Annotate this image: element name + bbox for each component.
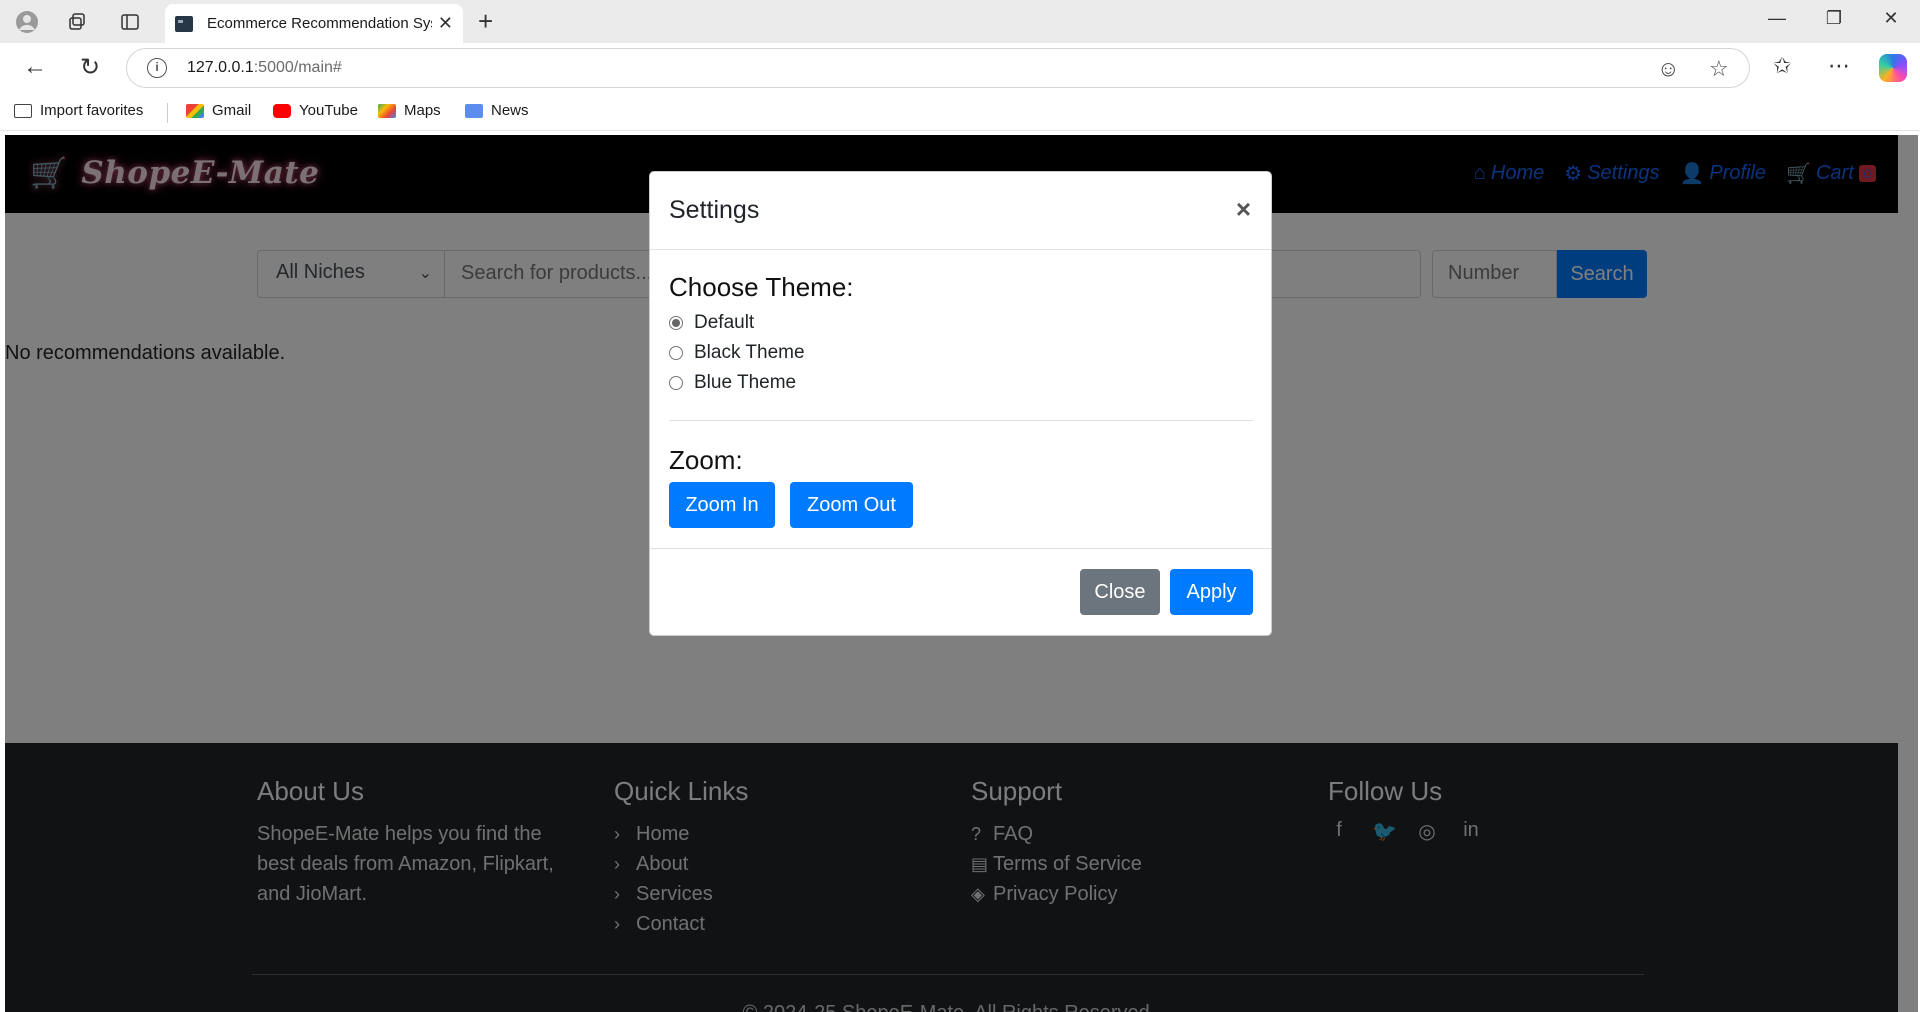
favorite-star-icon[interactable]: ☆: [1709, 56, 1729, 82]
news-icon: [465, 103, 483, 118]
zoom-in-button[interactable]: Zoom In: [669, 482, 775, 528]
restore-icon[interactable]: ❐: [1814, 8, 1854, 29]
close-window-icon[interactable]: ✕: [1871, 8, 1911, 29]
refresh-icon[interactable]: ↻: [73, 53, 107, 82]
radio-button-selected[interactable]: [669, 316, 683, 330]
modal-header: Settings ×: [650, 172, 1271, 250]
modal-title: Settings: [669, 196, 760, 224]
gmail-icon: [186, 103, 204, 118]
copilot-icon[interactable]: [1879, 54, 1907, 82]
new-tab-icon[interactable]: +: [478, 6, 493, 37]
youtube-icon: [273, 103, 291, 118]
minimize-icon[interactable]: —: [1757, 8, 1797, 29]
theme-heading: Choose Theme:: [669, 272, 854, 302]
url-text: 127.0.0.1:5000/main#: [187, 59, 342, 76]
close-icon[interactable]: ×: [1236, 194, 1251, 225]
reading-mode-icon[interactable]: ☺: [1657, 56, 1679, 82]
bookmark-separator: [167, 103, 168, 123]
radio-button[interactable]: [669, 376, 683, 390]
apply-button[interactable]: Apply: [1170, 569, 1253, 615]
address-bar-row: ← ↻ i 127.0.0.1:5000/main# ☺ ☆ ✩ ⋯: [0, 43, 1920, 93]
tab-actions-icon[interactable]: [115, 7, 145, 37]
profile-icon[interactable]: [12, 7, 42, 37]
workspaces-icon[interactable]: [62, 7, 92, 37]
site-info-icon[interactable]: i: [147, 58, 167, 78]
maps-icon: [378, 103, 396, 118]
terminal-favicon-icon: [175, 15, 193, 32]
bookmark-gmail[interactable]: Gmail: [186, 102, 251, 119]
close-button[interactable]: Close: [1080, 569, 1160, 615]
zoom-heading: Zoom:: [669, 445, 743, 475]
radio-button[interactable]: [669, 346, 683, 360]
browser-tab[interactable]: Ecommerce Recommendation Sys ✕: [165, 4, 463, 43]
modal-divider: [669, 420, 1253, 421]
bookmark-import-favorites[interactable]: Import favorites: [14, 102, 143, 119]
more-menu-icon[interactable]: ⋯: [1828, 53, 1850, 79]
modal-footer-divider: [650, 548, 1271, 549]
close-tab-icon[interactable]: ✕: [438, 13, 453, 34]
theme-option-black[interactable]: Black Theme: [669, 342, 805, 364]
back-arrow-icon[interactable]: ←: [18, 53, 52, 81]
browser-tab-bar: Ecommerce Recommendation Sys ✕ + — ❐ ✕: [0, 0, 1920, 43]
url-field[interactable]: i 127.0.0.1:5000/main# ☺ ☆: [126, 48, 1750, 88]
bookmarks-bar: Import favorites Gmail YouTube Maps News: [0, 93, 1920, 131]
favorites-icon[interactable]: ✩: [1773, 53, 1791, 79]
settings-modal: Settings × Choose Theme: Default Black T…: [649, 171, 1272, 636]
bookmark-news[interactable]: News: [465, 102, 529, 119]
theme-option-blue[interactable]: Blue Theme: [669, 372, 796, 394]
zoom-out-button[interactable]: Zoom Out: [790, 482, 913, 528]
bookmark-maps[interactable]: Maps: [378, 102, 441, 119]
bookmark-youtube[interactable]: YouTube: [273, 102, 358, 119]
theme-option-default[interactable]: Default: [669, 312, 754, 334]
tab-title: Ecommerce Recommendation Sys: [207, 15, 432, 32]
import-icon: [14, 103, 32, 118]
